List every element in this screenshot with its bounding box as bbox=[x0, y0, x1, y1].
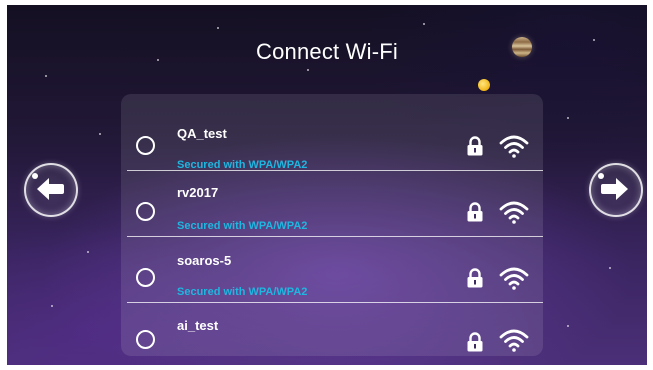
wifi-network-row[interactable]: QA_test Secured with WPA/WPA2 bbox=[121, 105, 543, 171]
page-title: Connect Wi-Fi bbox=[256, 39, 398, 64]
star-decoration bbox=[567, 117, 569, 119]
network-security: Secured with WPA/WPA2 bbox=[177, 220, 308, 232]
wifi-network-row[interactable]: ai_test bbox=[121, 303, 543, 356]
back-button[interactable] bbox=[24, 163, 78, 217]
wifi-setup-screen: Connect Wi-Fi QA_test Secured with WPA/W… bbox=[7, 5, 647, 365]
lock-icon bbox=[467, 202, 483, 222]
star-decoration bbox=[51, 305, 53, 307]
network-radio[interactable] bbox=[136, 202, 155, 221]
wifi-signal-icon bbox=[499, 329, 529, 352]
star-decoration bbox=[99, 133, 101, 135]
network-ssid: rv2017 bbox=[177, 185, 219, 200]
arrow-left-icon bbox=[37, 178, 64, 200]
wifi-signal-icon bbox=[499, 135, 529, 158]
arrow-right-icon bbox=[601, 178, 628, 200]
wifi-network-row[interactable]: rv2017 Secured with WPA/WPA2 bbox=[121, 171, 543, 237]
star-decoration bbox=[87, 251, 89, 253]
network-ssid: soaros-5 bbox=[177, 253, 232, 268]
network-radio[interactable] bbox=[136, 268, 155, 287]
network-radio[interactable] bbox=[136, 136, 155, 155]
next-button[interactable] bbox=[589, 163, 643, 217]
network-ssid: QA_test bbox=[177, 126, 227, 141]
star-decoration bbox=[307, 69, 309, 71]
wifi-signal-icon bbox=[499, 201, 529, 224]
lock-icon bbox=[467, 332, 483, 352]
star-decoration bbox=[567, 325, 569, 327]
star-decoration bbox=[217, 27, 219, 29]
jupiter-planet-decoration bbox=[512, 37, 532, 57]
network-security: Secured with WPA/WPA2 bbox=[177, 286, 308, 298]
lock-icon bbox=[467, 268, 483, 288]
wifi-network-row[interactable]: soaros-5 Secured with WPA/WPA2 bbox=[121, 237, 543, 303]
star-decoration bbox=[45, 75, 47, 77]
lock-icon bbox=[467, 136, 483, 156]
network-radio[interactable] bbox=[136, 330, 155, 349]
network-ssid: ai_test bbox=[177, 318, 219, 333]
sun-decoration bbox=[478, 79, 490, 91]
star-decoration bbox=[423, 23, 425, 25]
wifi-network-list[interactable]: QA_test Secured with WPA/WPA2 rv2017 Sec… bbox=[121, 94, 543, 356]
star-decoration bbox=[609, 267, 611, 269]
wifi-signal-icon bbox=[499, 267, 529, 290]
